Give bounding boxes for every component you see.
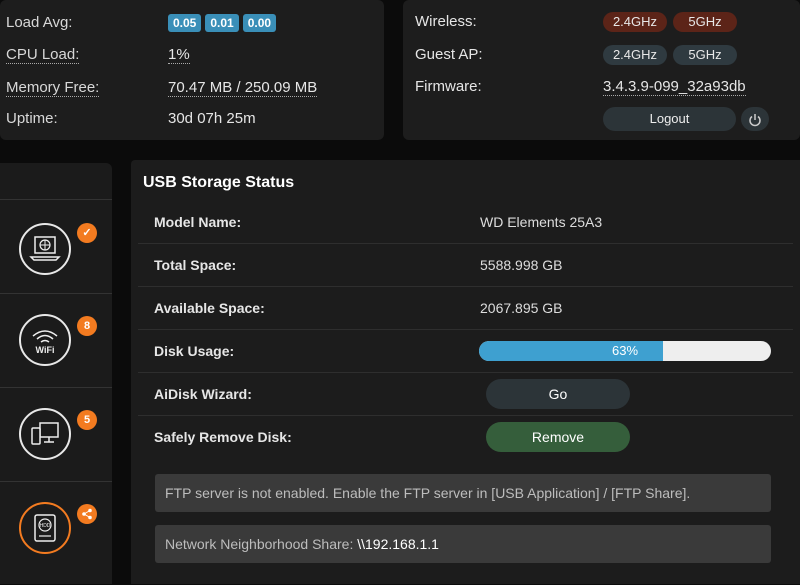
firmware-value[interactable]: 3.4.3.9-099_32a93db <box>603 78 746 96</box>
ftp-notice-text: FTP server is not enabled. Enable the FT… <box>165 485 691 501</box>
system-info-panel: Load Avg: 0.05 0.01 0.00 CPU Load: 1% Memo… <box>0 0 384 140</box>
available-space-row: Available Space: 2067.895 GB <box>138 287 793 330</box>
network-share-path[interactable]: \\192.168.1.1 <box>357 536 439 552</box>
load-avg-1: 0.05 <box>168 14 202 32</box>
disk-usage-text: 63% <box>611 343 639 358</box>
uptime-value: 30d 07h 25m <box>168 110 256 127</box>
safely-remove-label: Safely Remove Disk: <box>154 429 292 445</box>
guest-24ghz-button[interactable]: 2.4GHz <box>603 45 667 65</box>
share-icon <box>77 504 97 524</box>
remove-disk-button[interactable]: Remove <box>486 422 630 452</box>
network-share-notice: Network Neighborhood Share: \\192.168.1.… <box>155 525 771 563</box>
disk-usage-row: Disk Usage: 63% <box>138 330 793 373</box>
wifi-icon-label: WiFi <box>36 345 55 355</box>
wireless-label: Wireless: <box>415 13 477 30</box>
sidebar-item-clients[interactable]: 5 <box>0 387 112 482</box>
network-share-label: Network Neighborhood Share: <box>165 536 354 552</box>
sidebar: ✓ WiFi 8 5 HDD <box>0 163 112 584</box>
load-avg-5: 0.01 <box>205 14 239 32</box>
total-space-value: 5588.998 GB <box>480 257 563 273</box>
clients-icon <box>19 408 71 460</box>
load-avg-15: 0.00 <box>242 14 277 32</box>
ftp-notice: FTP server is not enabled. Enable the FT… <box>155 474 771 512</box>
aidisk-go-button[interactable]: Go <box>486 379 630 409</box>
sidebar-item-wifi[interactable]: WiFi 8 <box>0 293 112 388</box>
wifi-icon: WiFi <box>19 314 71 366</box>
guest-5ghz-button[interactable]: 5GHz <box>673 45 737 65</box>
internet-status-check-icon: ✓ <box>77 223 97 243</box>
model-name-label: Model Name: <box>154 214 242 230</box>
cpu-load-label[interactable]: CPU Load: <box>6 46 80 64</box>
wifi-lock-badge: 8 <box>77 316 97 336</box>
load-avg-label: Load Avg: <box>6 14 73 31</box>
hdd-icon-label: HDD <box>40 523 51 529</box>
page-title: USB Storage Status <box>143 174 295 191</box>
total-space-label: Total Space: <box>154 257 237 273</box>
internet-icon <box>19 223 71 275</box>
power-button[interactable] <box>741 107 769 131</box>
usb-storage-panel: USB Storage Status Model Name: WD Elemen… <box>131 160 800 584</box>
disk-usage-bar: 63% <box>479 341 771 361</box>
load-avg-values: 0.05 0.01 0.00 <box>168 14 280 32</box>
sidebar-item-usb[interactable]: HDD <box>0 481 112 585</box>
uptime-label: Uptime: <box>6 110 58 127</box>
guest-bands: 2.4GHz 5GHz <box>603 45 743 65</box>
logout-button[interactable]: Logout <box>603 107 736 131</box>
wireless-5ghz-button[interactable]: 5GHz <box>673 12 737 32</box>
aidisk-row: AiDisk Wizard: Go <box>138 373 793 416</box>
available-space-value: 2067.895 GB <box>480 300 563 316</box>
power-icon <box>748 111 762 127</box>
cpu-load-value[interactable]: 1% <box>168 46 190 64</box>
guest-ap-label: Guest AP: <box>415 46 483 63</box>
aidisk-label: AiDisk Wizard: <box>154 386 252 402</box>
memory-free-value[interactable]: 70.47 MB / 250.09 MB <box>168 79 318 97</box>
model-name-value: WD Elements 25A3 <box>480 214 603 230</box>
clients-count-badge: 5 <box>77 410 97 430</box>
safely-remove-row: Safely Remove Disk: Remove <box>138 416 793 458</box>
firmware-label: Firmware: <box>415 78 482 95</box>
total-space-row: Total Space: 5588.998 GB <box>138 244 793 287</box>
memory-free-label[interactable]: Memory Free: <box>6 79 100 97</box>
network-info-panel: Wireless: 2.4GHz 5GHz Guest AP: 2.4GHz 5GH… <box>403 0 800 140</box>
available-space-label: Available Space: <box>154 300 265 316</box>
wireless-24ghz-button[interactable]: 2.4GHz <box>603 12 667 32</box>
disk-usage-label: Disk Usage: <box>154 343 235 359</box>
hdd-icon: HDD <box>19 502 71 554</box>
model-name-row: Model Name: WD Elements 25A3 <box>138 201 793 244</box>
wireless-bands: 2.4GHz 5GHz <box>603 12 743 32</box>
sidebar-item-internet[interactable]: ✓ <box>0 199 112 294</box>
